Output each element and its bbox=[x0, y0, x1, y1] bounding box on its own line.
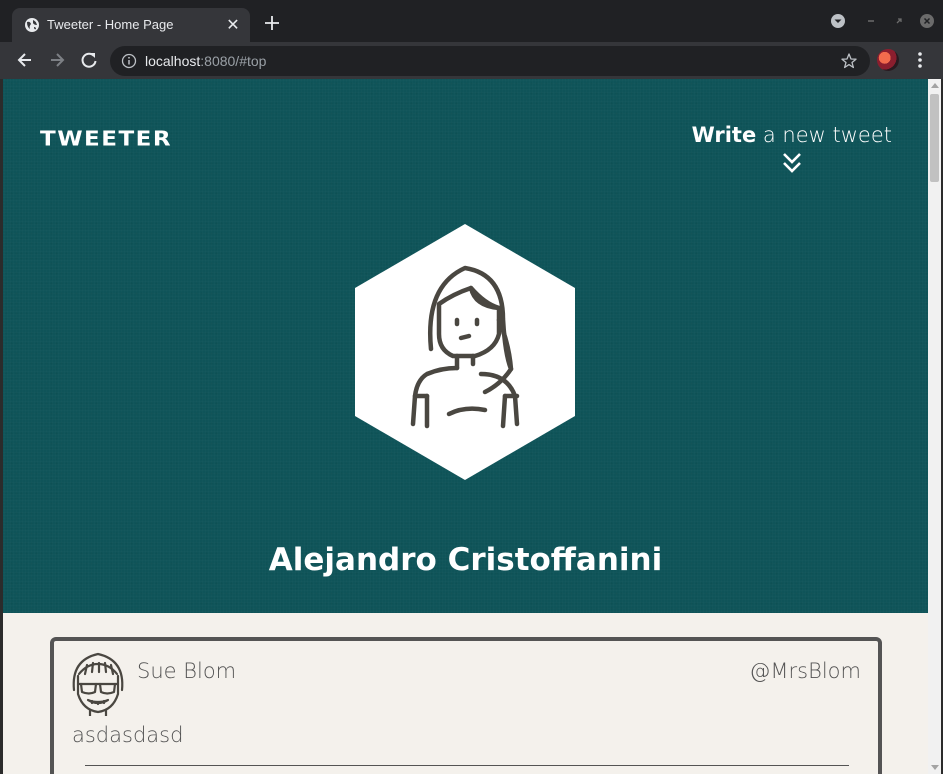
reload-icon[interactable] bbox=[79, 50, 99, 70]
cool-avatar-icon bbox=[72, 652, 124, 716]
close-window-icon[interactable] bbox=[918, 12, 936, 30]
back-arrow-icon[interactable] bbox=[15, 50, 35, 70]
tab-close-icon[interactable]: ✕ bbox=[224, 16, 242, 34]
scroll-down-arrow-icon[interactable] bbox=[931, 765, 939, 770]
site-logo[interactable]: TWEETER bbox=[40, 127, 172, 150]
browser-toolbar: localhost:8080/#top bbox=[0, 42, 943, 79]
tweet-card: Sue Blom @MrsBlom asdasdasd bbox=[50, 637, 882, 774]
double-chevron-down-icon[interactable] bbox=[781, 151, 803, 175]
kebab-menu-icon[interactable] bbox=[912, 50, 928, 70]
maximize-icon[interactable] bbox=[890, 12, 908, 30]
info-icon[interactable] bbox=[121, 53, 137, 69]
bookmark-star-icon[interactable] bbox=[840, 52, 858, 70]
tab-title: Tweeter - Home Page bbox=[47, 17, 174, 32]
page-viewport: TWEETER Write a new tweet Alejandro Cris… bbox=[3, 79, 928, 774]
new-tab-icon[interactable] bbox=[262, 13, 282, 33]
scrollbar-thumb[interactable] bbox=[930, 94, 939, 182]
tweet-divider bbox=[85, 765, 849, 766]
woman-avatar-icon bbox=[355, 224, 575, 480]
compose-label-bold: Write bbox=[691, 123, 757, 147]
url-text[interactable]: localhost:8080/#top bbox=[145, 53, 266, 69]
profile-avatar[interactable] bbox=[877, 49, 899, 71]
compose-label-rest: a new tweet bbox=[756, 123, 892, 147]
url-path: :8080/#top bbox=[200, 53, 267, 69]
compose-label: Write a new tweet bbox=[692, 123, 892, 147]
address-bar[interactable]: localhost:8080/#top bbox=[110, 46, 870, 76]
tweet-author-handle: @MrsBlom bbox=[749, 659, 861, 683]
scroll-up-arrow-icon[interactable] bbox=[931, 83, 939, 88]
profile-header: TWEETER Write a new tweet Alejandro Cris… bbox=[3, 79, 928, 613]
browser-titlebar: Tweeter - Home Page ✕ bbox=[0, 0, 943, 42]
page-scrollbar[interactable] bbox=[928, 79, 941, 774]
tab-search-icon[interactable] bbox=[829, 12, 847, 30]
compose-toggle[interactable]: Write a new tweet bbox=[692, 123, 892, 175]
tweet-text: asdasdasd bbox=[72, 723, 184, 747]
url-host: localhost bbox=[145, 53, 201, 69]
globe-icon bbox=[25, 18, 39, 32]
profile-name: Alejandro Cristoffanini bbox=[268, 542, 663, 578]
tweet-author-name: Sue Blom bbox=[137, 659, 237, 683]
browser-tab[interactable]: Tweeter - Home Page ✕ bbox=[12, 8, 250, 42]
forward-arrow-icon[interactable] bbox=[47, 50, 67, 70]
minimize-icon[interactable] bbox=[862, 12, 880, 30]
